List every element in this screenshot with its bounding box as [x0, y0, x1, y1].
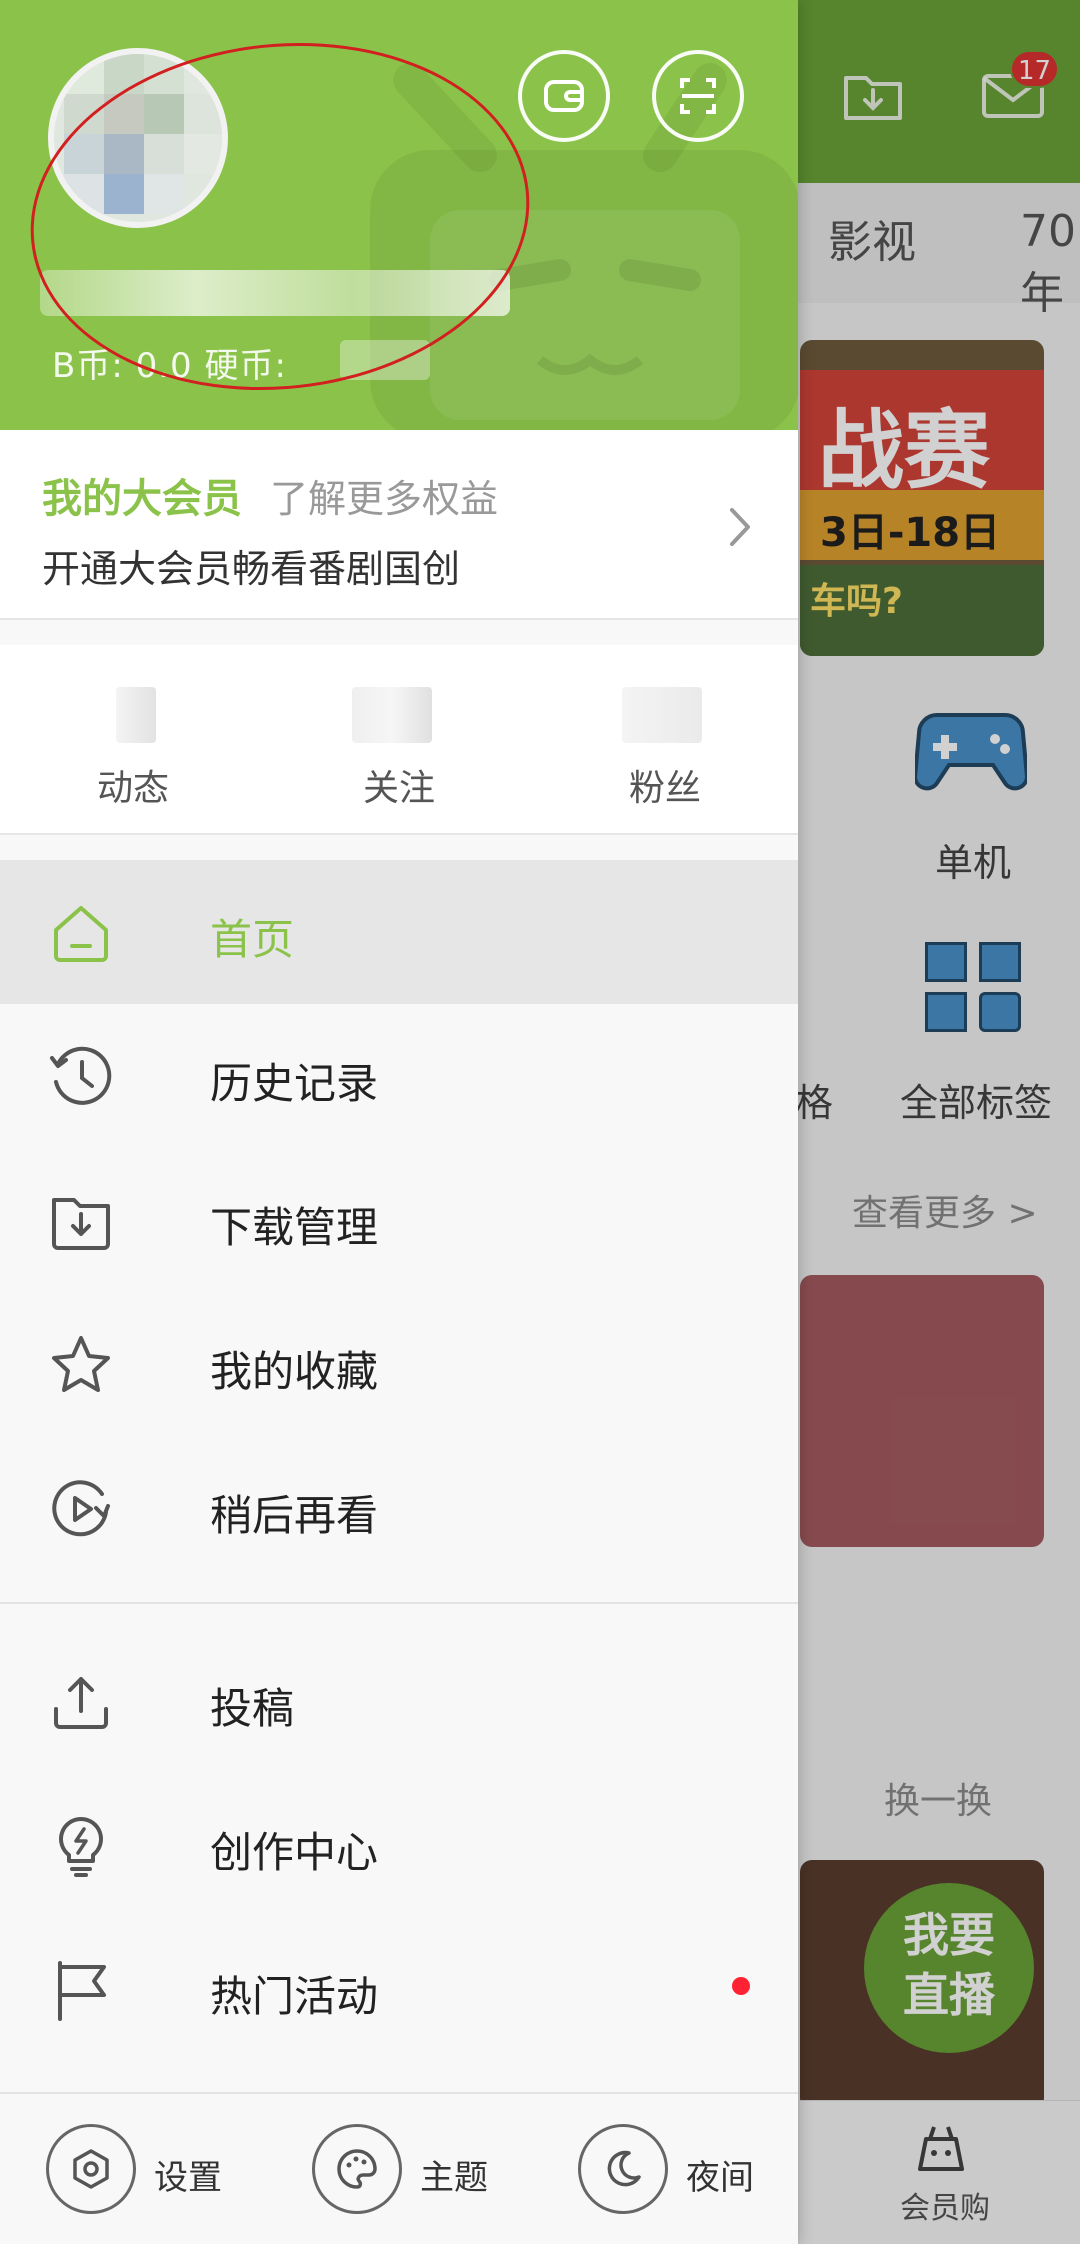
settings-button[interactable]: [46, 2124, 136, 2214]
menu-label-hot-events: 热门活动: [210, 1972, 379, 2021]
drawer-bottom-bar: 设置 主题 夜间: [0, 2092, 798, 2244]
night-mode-button[interactable]: [578, 2124, 668, 2214]
menu-item-downloads[interactable]: 下载管理: [0, 1148, 798, 1292]
menu-item-creator-center[interactable]: 创作中心: [0, 1773, 798, 1917]
menu-label-watch-later: 稍后再看: [210, 1491, 379, 1540]
flag-icon: [58, 1961, 106, 2021]
lightbulb-icon: [59, 1817, 103, 1877]
menu-label-home: 首页: [210, 915, 295, 964]
scan-icon: [680, 78, 716, 114]
menu-item-watch-later[interactable]: 稍后再看: [0, 1436, 798, 1580]
moon-icon: [607, 2150, 641, 2187]
stat-label-fans: 粉丝: [628, 768, 701, 809]
stat-value-redacted: [116, 687, 156, 743]
vip-membership-card[interactable]: 我的大会员 了解更多权益 开通大会员畅看番剧国创: [0, 430, 798, 620]
home-icon: [54, 906, 108, 962]
menu-divider: [0, 1602, 798, 1604]
upload-icon: [54, 1677, 108, 1729]
menu-label-favorites: 我的收藏: [210, 1347, 379, 1396]
stat-dynamics[interactable]: 动态: [0, 645, 266, 835]
palette-icon: [337, 2149, 377, 2189]
wallet-icon: [544, 80, 584, 112]
stat-value-redacted: [622, 687, 702, 743]
navigation-drawer: B币: 0.0 硬币: 我的大会员 了解更多权益 开通大会员畅看番剧国创 动态 …: [0, 0, 798, 2244]
menu-item-home[interactable]: 首页: [0, 860, 798, 1004]
night-mode-label[interactable]: 夜间: [686, 2150, 754, 2199]
profile-header: B币: 0.0 硬币:: [0, 0, 798, 430]
stat-label-dynamics: 动态: [96, 768, 169, 809]
chevron-right-icon: [730, 508, 750, 546]
menu-item-hot-events[interactable]: 热门活动: [0, 1917, 798, 2061]
settings-label[interactable]: 设置: [154, 2150, 222, 2199]
download-folder-icon: [52, 1198, 110, 1250]
history-icon: [50, 1046, 112, 1105]
star-icon: [52, 1336, 110, 1392]
scan-button[interactable]: [652, 50, 744, 142]
stat-value-redacted: [352, 687, 432, 743]
settings-hexagon-icon: [73, 2149, 109, 2189]
watch-later-icon: [52, 1480, 110, 1537]
menu-item-upload[interactable]: 投稿: [0, 1629, 798, 1773]
vip-more-benefits: 了解更多权益: [270, 477, 499, 521]
stat-label-following: 关注: [362, 768, 435, 809]
vip-title: 我的大会员: [42, 476, 242, 522]
menu-label-upload: 投稿: [210, 1684, 295, 1733]
new-indicator-dot: [732, 1977, 750, 1995]
stat-following[interactable]: 关注: [266, 645, 532, 835]
menu-label-creator-center: 创作中心: [210, 1828, 379, 1877]
menu-label-downloads: 下载管理: [210, 1203, 379, 1252]
theme-label[interactable]: 主题: [420, 2150, 488, 2199]
drawer-scrim[interactable]: [798, 0, 1080, 2244]
menu-item-history[interactable]: 历史记录: [0, 1004, 798, 1148]
vip-subtitle: 开通大会员畅看番剧国创: [42, 547, 461, 591]
wallet-button[interactable]: [518, 50, 610, 142]
menu-label-history: 历史记录: [210, 1059, 379, 1108]
theme-button[interactable]: [312, 2124, 402, 2214]
stat-fans[interactable]: 粉丝: [532, 645, 798, 835]
user-stats: 动态 关注 粉丝: [0, 645, 798, 835]
menu-item-favorites[interactable]: 我的收藏: [0, 1292, 798, 1436]
